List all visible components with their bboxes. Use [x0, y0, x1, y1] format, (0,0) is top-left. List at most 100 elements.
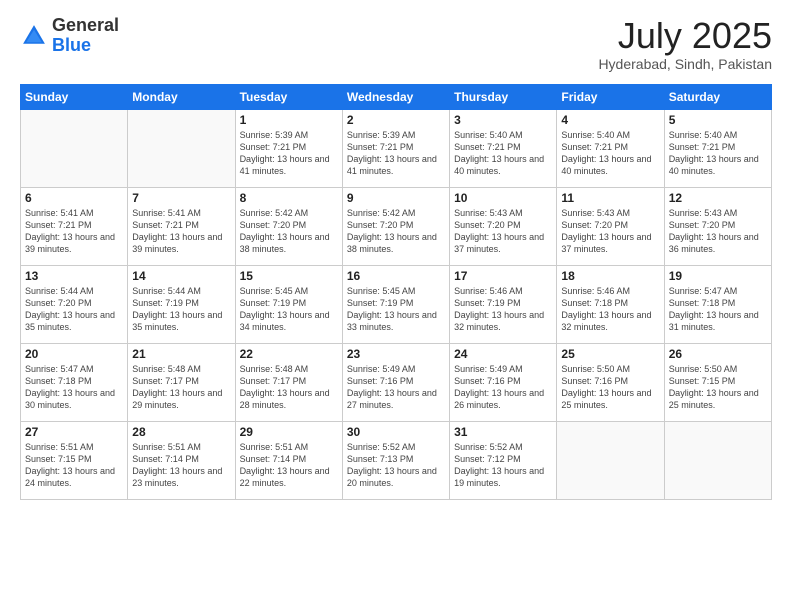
calendar-cell: 24 Sunrise: 5:49 AM Sunset: 7:16 PM Dayli… — [450, 343, 557, 421]
day-info: Sunrise: 5:43 AM Sunset: 7:20 PM Dayligh… — [669, 207, 767, 256]
calendar-cell: 17 Sunrise: 5:46 AM Sunset: 7:19 PM Dayli… — [450, 265, 557, 343]
day-info: Sunrise: 5:49 AM Sunset: 7:16 PM Dayligh… — [347, 363, 445, 412]
day-info: Sunrise: 5:52 AM Sunset: 7:13 PM Dayligh… — [347, 441, 445, 490]
calendar-week-row: 13 Sunrise: 5:44 AM Sunset: 7:20 PM Dayli… — [21, 265, 772, 343]
calendar-week-row: 20 Sunrise: 5:47 AM Sunset: 7:18 PM Dayli… — [21, 343, 772, 421]
calendar-cell: 25Sunrise: 5:50 AM Sunset: 7:16 PM Dayli… — [557, 343, 664, 421]
calendar-week-row: 1 Sunrise: 5:39 AM Sunset: 7:21 PM Daylig… — [21, 109, 772, 187]
day-number: 21 — [132, 347, 230, 361]
day-info: Sunrise: 5:47 AM Sunset: 7:18 PM Dayligh… — [25, 363, 123, 412]
day-number: 7 — [132, 191, 230, 205]
calendar-cell: 30 Sunrise: 5:52 AM Sunset: 7:13 PM Dayli… — [342, 421, 449, 499]
day-number: 15 — [240, 269, 338, 283]
day-number: 19 — [669, 269, 767, 283]
day-number: 20 — [25, 347, 123, 361]
day-number: 2 — [347, 113, 445, 127]
calendar-cell: 3 Sunrise: 5:40 AM Sunset: 7:21 PM Daylig… — [450, 109, 557, 187]
calendar-cell: 13 Sunrise: 5:44 AM Sunset: 7:20 PM Dayli… — [21, 265, 128, 343]
day-number: 5 — [669, 113, 767, 127]
weekday-header: Tuesday — [235, 84, 342, 109]
calendar-cell: 6Sunrise: 5:41 AM Sunset: 7:21 PM Daylig… — [21, 187, 128, 265]
day-number: 26 — [669, 347, 767, 361]
day-number: 30 — [347, 425, 445, 439]
weekday-row: SundayMondayTuesdayWednesdayThursdayFrid… — [21, 84, 772, 109]
day-number: 24 — [454, 347, 552, 361]
calendar-cell: 26 Sunrise: 5:50 AM Sunset: 7:15 PM Dayli… — [664, 343, 771, 421]
day-info: Sunrise: 5:50 AM Sunset: 7:15 PM Dayligh… — [669, 363, 767, 412]
day-number: 11 — [561, 191, 659, 205]
calendar-cell: 2 Sunrise: 5:39 AM Sunset: 7:21 PM Daylig… — [342, 109, 449, 187]
calendar-header: SundayMondayTuesdayWednesdayThursdayFrid… — [21, 84, 772, 109]
calendar-cell: 29 Sunrise: 5:51 AM Sunset: 7:14 PM Dayli… — [235, 421, 342, 499]
weekday-header: Saturday — [664, 84, 771, 109]
logo-text: General Blue — [52, 16, 119, 56]
day-number: 18 — [561, 269, 659, 283]
day-number: 1 — [240, 113, 338, 127]
day-number: 10 — [454, 191, 552, 205]
calendar-cell — [557, 421, 664, 499]
day-info: Sunrise: 5:42 AM Sunset: 7:20 PM Dayligh… — [347, 207, 445, 256]
day-number: 28 — [132, 425, 230, 439]
calendar: SundayMondayTuesdayWednesdayThursdayFrid… — [20, 84, 772, 500]
calendar-cell: 21Sunrise: 5:48 AM Sunset: 7:17 PM Dayli… — [128, 343, 235, 421]
calendar-cell: 4 Sunrise: 5:40 AM Sunset: 7:21 PM Daylig… — [557, 109, 664, 187]
day-info: Sunrise: 5:49 AM Sunset: 7:16 PM Dayligh… — [454, 363, 552, 412]
day-number: 17 — [454, 269, 552, 283]
calendar-cell — [21, 109, 128, 187]
calendar-cell — [128, 109, 235, 187]
logo-icon — [20, 22, 48, 50]
day-info: Sunrise: 5:51 AM Sunset: 7:14 PM Dayligh… — [240, 441, 338, 490]
day-info: Sunrise: 5:39 AM Sunset: 7:21 PM Dayligh… — [347, 129, 445, 178]
day-info: Sunrise: 5:47 AM Sunset: 7:18 PM Dayligh… — [669, 285, 767, 334]
day-info: Sunrise: 5:45 AM Sunset: 7:19 PM Dayligh… — [240, 285, 338, 334]
calendar-cell: 23 Sunrise: 5:49 AM Sunset: 7:16 PM Dayli… — [342, 343, 449, 421]
day-number: 14 — [132, 269, 230, 283]
logo: General Blue — [20, 16, 119, 56]
day-number: 6 — [25, 191, 123, 205]
weekday-header: Sunday — [21, 84, 128, 109]
calendar-cell: 15 Sunrise: 5:45 AM Sunset: 7:19 PM Dayli… — [235, 265, 342, 343]
calendar-cell: 19 Sunrise: 5:47 AM Sunset: 7:18 PM Dayli… — [664, 265, 771, 343]
calendar-cell: 8Sunrise: 5:42 AM Sunset: 7:20 PM Daylig… — [235, 187, 342, 265]
day-info: Sunrise: 5:42 AM Sunset: 7:20 PM Dayligh… — [240, 207, 338, 256]
calendar-cell: 7 Sunrise: 5:41 AM Sunset: 7:21 PM Daylig… — [128, 187, 235, 265]
calendar-week-row: 6 Sunrise: 5:41 AM Sunset: 7:21 PM Daylig… — [21, 187, 772, 265]
calendar-cell: 20 Sunrise: 5:47 AM Sunset: 7:18 PM Dayli… — [21, 343, 128, 421]
day-info: Sunrise: 5:46 AM Sunset: 7:18 PM Dayligh… — [561, 285, 659, 334]
day-info: Sunrise: 5:51 AM Sunset: 7:15 PM Dayligh… — [25, 441, 123, 490]
weekday-header: Wednesday — [342, 84, 449, 109]
day-number: 12 — [669, 191, 767, 205]
calendar-cell: 28 Sunrise: 5:51 AM Sunset: 7:14 PM Dayli… — [128, 421, 235, 499]
location: Hyderabad, Sindh, Pakistan — [598, 56, 772, 72]
day-number: 3 — [454, 113, 552, 127]
day-number: 23 — [347, 347, 445, 361]
calendar-cell: 31Sunrise: 5:52 AM Sunset: 7:12 PM Dayli… — [450, 421, 557, 499]
weekday-header: Friday — [557, 84, 664, 109]
calendar-cell: 18 Sunrise: 5:46 AM Sunset: 7:18 PM Dayli… — [557, 265, 664, 343]
month-title: July 2025 — [598, 16, 772, 56]
day-info: Sunrise: 5:51 AM Sunset: 7:14 PM Dayligh… — [132, 441, 230, 490]
calendar-cell: 27 Sunrise: 5:51 AM Sunset: 7:15 PM Dayli… — [21, 421, 128, 499]
header: General Blue July 2025 Hyderabad, Sindh,… — [20, 16, 772, 72]
day-info: Sunrise: 5:43 AM Sunset: 7:20 PM Dayligh… — [561, 207, 659, 256]
day-info: Sunrise: 5:44 AM Sunset: 7:19 PM Dayligh… — [132, 285, 230, 334]
day-number: 31 — [454, 425, 552, 439]
day-info: Sunrise: 5:40 AM Sunset: 7:21 PM Dayligh… — [669, 129, 767, 178]
day-info: Sunrise: 5:41 AM Sunset: 7:21 PM Dayligh… — [132, 207, 230, 256]
calendar-cell: 11 Sunrise: 5:43 AM Sunset: 7:20 PM Dayli… — [557, 187, 664, 265]
day-number: 13 — [25, 269, 123, 283]
day-number: 4 — [561, 113, 659, 127]
day-number: 27 — [25, 425, 123, 439]
calendar-week-row: 27 Sunrise: 5:51 AM Sunset: 7:15 PM Dayli… — [21, 421, 772, 499]
day-info: Sunrise: 5:44 AM Sunset: 7:20 PM Dayligh… — [25, 285, 123, 334]
day-number: 29 — [240, 425, 338, 439]
calendar-cell: 16Sunrise: 5:45 AM Sunset: 7:19 PM Dayli… — [342, 265, 449, 343]
day-info: Sunrise: 5:43 AM Sunset: 7:20 PM Dayligh… — [454, 207, 552, 256]
day-info: Sunrise: 5:40 AM Sunset: 7:21 PM Dayligh… — [561, 129, 659, 178]
weekday-header: Monday — [128, 84, 235, 109]
day-number: 25 — [561, 347, 659, 361]
day-info: Sunrise: 5:48 AM Sunset: 7:17 PM Dayligh… — [240, 363, 338, 412]
day-info: Sunrise: 5:40 AM Sunset: 7:21 PM Dayligh… — [454, 129, 552, 178]
day-info: Sunrise: 5:46 AM Sunset: 7:19 PM Dayligh… — [454, 285, 552, 334]
calendar-cell: 14 Sunrise: 5:44 AM Sunset: 7:19 PM Dayli… — [128, 265, 235, 343]
